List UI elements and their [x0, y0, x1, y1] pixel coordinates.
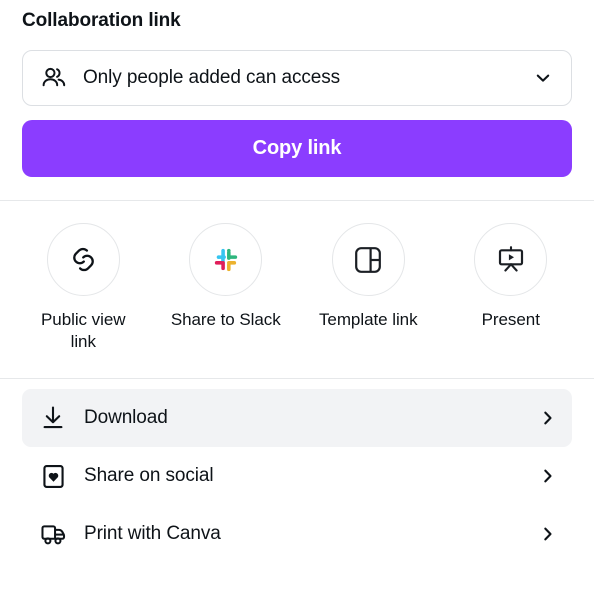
chevron-right-icon[interactable] [536, 464, 560, 488]
page-title: Collaboration link [22, 10, 181, 31]
quick-action-icon-circle [331, 223, 405, 296]
quick-action-share-to-slack[interactable]: Share to Slack [155, 223, 298, 378]
delivery-truck-icon [38, 519, 68, 549]
quick-action-label: Public view link [41, 310, 126, 351]
share-options-list: Download Share on social Print with Canv… [0, 379, 594, 563]
template-layout-icon [352, 244, 384, 276]
chevron-right-icon[interactable] [536, 406, 560, 430]
list-item-share-on-social[interactable]: Share on social [22, 447, 572, 505]
quick-action-label: Template link [318, 310, 418, 329]
quick-action-icon-circle [46, 223, 120, 296]
list-item-print-with-canva[interactable]: Print with Canva [22, 505, 572, 563]
people-icon [39, 63, 69, 93]
slack-icon [211, 245, 241, 275]
access-level-select[interactable]: Only people added can access [22, 50, 572, 106]
chevron-down-icon[interactable] [532, 67, 554, 89]
chevron-right-icon[interactable] [536, 522, 560, 546]
quick-action-label: Present [481, 310, 540, 329]
list-item-label: Print with Canva [84, 523, 221, 544]
quick-action-template-link[interactable]: Template link [297, 223, 440, 378]
quick-action-public-view-link[interactable]: Public view link [12, 223, 155, 378]
share-panel: Collaboration link Only people added can… [0, 0, 594, 607]
quick-action-icon-circle [189, 223, 263, 296]
quick-action-icon-circle [474, 223, 548, 296]
collaboration-link-section: Collaboration link Only people added can… [0, 0, 594, 177]
heart-square-icon [38, 461, 68, 491]
presentation-play-icon [495, 244, 527, 276]
download-icon [38, 403, 68, 433]
access-level-value: Only people added can access [83, 67, 341, 88]
list-item-label: Download [84, 407, 168, 428]
list-item-download[interactable]: Download [22, 389, 572, 447]
link-chain-icon [67, 243, 100, 276]
quick-action-present[interactable]: Present [440, 223, 583, 378]
quick-action-label: Share to Slack [170, 310, 281, 329]
copy-link-button[interactable]: Copy link [22, 120, 572, 177]
list-item-label: Share on social [84, 465, 214, 486]
quick-actions-row: Public view link Share to Slack Template… [0, 201, 594, 378]
